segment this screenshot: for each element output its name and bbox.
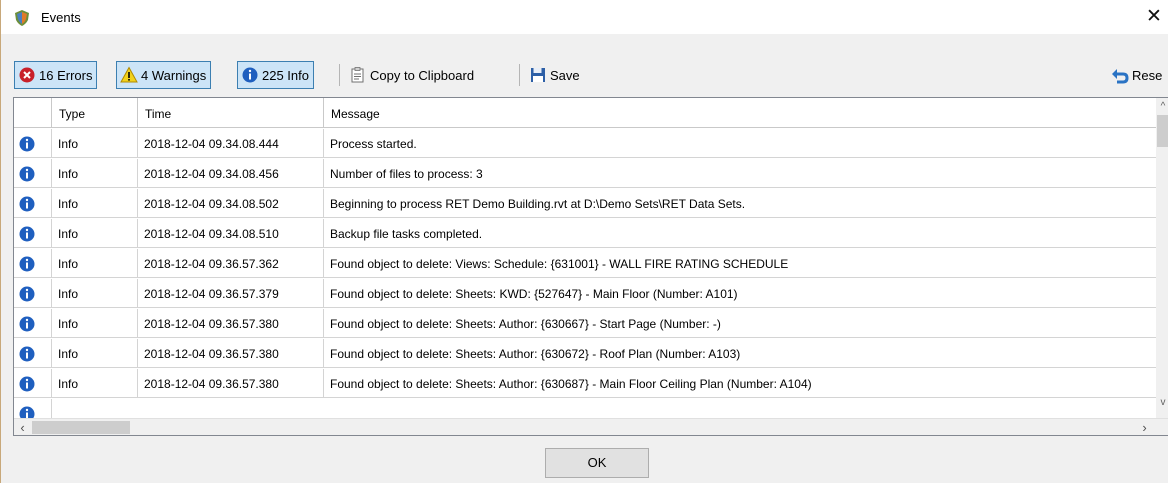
save-label: Save [550,67,580,83]
table-row[interactable]: Info 2018-12-04 09.34.08.502 Beginning to … [14,189,1156,218]
column-header-type[interactable]: Type [52,98,138,128]
scroll-down-icon[interactable]: v [1156,394,1168,411]
reset-button[interactable]: Rese [1107,61,1166,89]
cell-message: Process started. [330,137,417,151]
table-row[interactable]: Info 2018-12-04 09.36.57.380 Found object … [14,309,1156,338]
cell-type: Info [52,249,138,278]
info-icon [14,339,52,368]
info-filter-button[interactable]: 225 Info [237,61,314,89]
info-icon [14,279,52,308]
warnings-filter-button[interactable]: 4 Warnings [116,61,212,89]
info-icon [14,369,52,398]
table-row[interactable]: Info 2018-12-04 09.36.57.379 Found object … [14,279,1156,308]
copy-to-clipboard-label: Copy to Clipboard [370,67,475,83]
cell-time: 2018-12-04 09.34.08.444 [138,129,324,158]
cell-time: 2018-12-04 09.36.57.380 [138,369,324,398]
copy-to-clipboard-button[interactable]: Copy to Clipboard [345,61,478,89]
cell-message: Backup file tasks completed. [330,227,483,241]
errors-filter-label: 16 Errors [39,67,93,83]
column-header-message[interactable]: Message [324,98,1156,128]
info-filter-label: 225 Info [262,67,309,83]
horizontal-scroll-thumb[interactable] [32,421,130,434]
cell-time: 2018-12-04 09.36.57.380 [138,309,324,338]
cell-message: Found object to delete: Sheets: KWD: {52… [330,287,738,301]
table-row[interactable]: Info 2018-12-04 09.34.08.510 Backup file t… [14,219,1156,248]
title-bar: Events ✕ [1,0,1168,34]
warnings-filter-label: 4 Warnings [141,67,207,83]
cell-message: Found object to delete: Views: Schedule:… [330,257,789,271]
cell-type: Info [52,159,138,188]
info-icon [14,219,52,248]
floppy-disk-icon [531,68,545,82]
table-header: Type Time Message [14,98,1156,128]
table-row[interactable]: Info 2018-12-04 09.34.08.444 Process start… [14,129,1156,158]
cell-message: Found object to delete: Sheets: Author: … [330,347,741,361]
table-row[interactable]: Info 2018-12-04 09.36.57.380 Found object … [14,369,1156,398]
info-icon [14,249,52,278]
cell-time: 2018-12-04 09.36.57.379 [138,279,324,308]
scroll-up-icon[interactable]: ^ [1156,98,1168,115]
clipboard-icon [351,67,364,83]
table-row[interactable]: Info 2018-12-04 09.34.08.456 Number of fil… [14,159,1156,188]
warning-icon [120,66,138,83]
events-table: Type Time Message Info 2018-12-04 09.34.0… [13,97,1168,436]
scroll-right-icon[interactable]: › [1136,419,1153,435]
table-row[interactable]: Info 2018-12-04 09.36.57.362 Found object … [14,249,1156,278]
undo-arrow-icon [1112,69,1129,84]
app-shield-icon [15,10,29,26]
cell-time: 2018-12-04 09.34.08.510 [138,219,324,248]
cell-message: Found object to delete: Sheets: Author: … [330,377,812,391]
ok-button[interactable]: OK [545,448,649,478]
error-icon [19,67,35,83]
table-row[interactable]: Info 2018-12-04 09.36.57.380 Found object … [14,339,1156,368]
cell-type: Info [52,189,138,218]
table-row-partial[interactable] [14,399,1156,419]
cell-type: Info [52,219,138,248]
cell-message: Found object to delete: Sheets: Author: … [330,317,721,331]
info-icon [14,309,52,338]
cell-time: 2018-12-04 09.34.08.502 [138,189,324,218]
cell-time: 2018-12-04 09.34.08.456 [138,159,324,188]
info-icon [242,67,258,83]
vertical-scroll-thumb[interactable] [1157,115,1168,147]
scroll-left-icon[interactable]: ‹ [14,419,31,435]
vertical-scrollbar[interactable]: ^ v [1156,98,1168,420]
toolbar-separator [519,64,520,86]
column-header-icon[interactable] [14,98,52,128]
cell-time: 2018-12-04 09.36.57.362 [138,249,324,278]
toolbar-separator [339,64,340,86]
save-button[interactable]: Save [525,61,584,89]
reset-label: Rese [1132,67,1163,83]
cell-type: Info [52,309,138,338]
cell-type: Info [52,129,138,158]
info-icon [14,189,52,218]
cell-message: Beginning to process RET Demo Building.r… [330,197,746,211]
cell-time: 2018-12-04 09.36.57.380 [138,339,324,368]
info-icon [14,159,52,188]
column-header-time[interactable]: Time [138,98,324,128]
window-title: Events [41,10,81,25]
horizontal-scrollbar[interactable]: ‹ › [14,418,1168,435]
errors-filter-button[interactable]: 16 Errors [14,61,98,89]
events-dialog: Events ✕ 16 Errors 4 Warnings 225 Info C… [0,0,1168,483]
info-icon [14,399,52,419]
info-icon [14,129,52,158]
cell-type: Info [52,279,138,308]
cell-type: Info [52,369,138,398]
cell-message: Number of files to process: 3 [330,167,483,181]
cell-type: Info [52,339,138,368]
close-button[interactable]: ✕ [1139,4,1168,30]
